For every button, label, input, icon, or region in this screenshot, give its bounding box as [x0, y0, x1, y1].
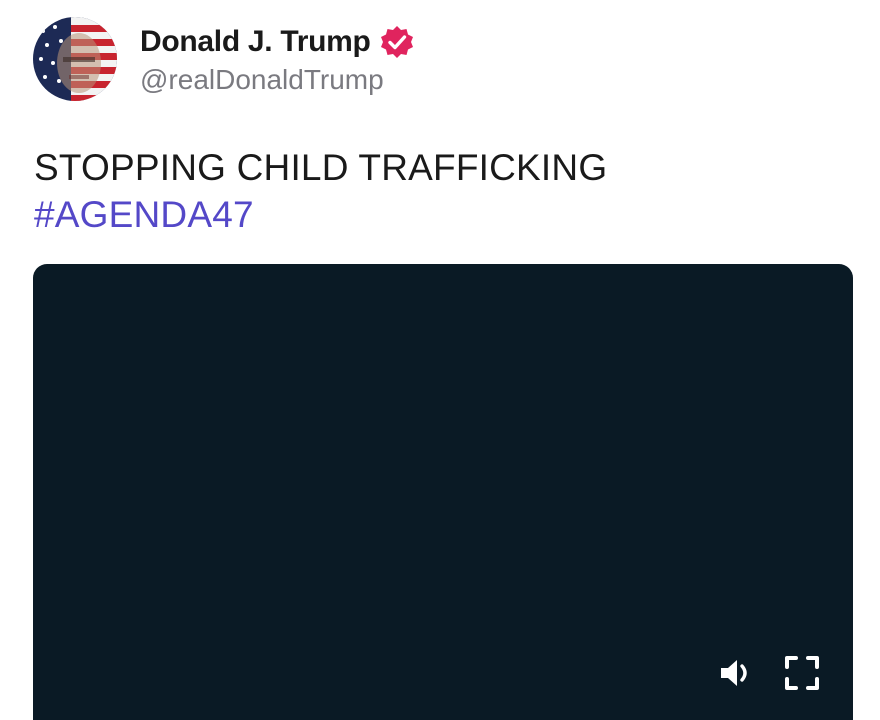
avatar[interactable]: [33, 17, 117, 101]
post-body: STOPPING CHILD TRAFFICKING #AGENDA47: [34, 144, 607, 238]
verified-badge-icon: [379, 24, 415, 60]
volume-button[interactable]: [713, 652, 759, 698]
hashtag-link[interactable]: #AGENDA47: [34, 191, 607, 238]
post-text: STOPPING CHILD TRAFFICKING: [34, 147, 608, 188]
speaker-icon: [717, 654, 755, 697]
post-header: Donald J. Trump @realDonaldTrump: [33, 17, 415, 101]
video-controls: [713, 652, 825, 698]
display-name-row: Donald J. Trump: [140, 22, 415, 62]
fullscreen-button[interactable]: [779, 652, 825, 698]
display-name[interactable]: Donald J. Trump: [140, 25, 371, 59]
video-player[interactable]: [33, 264, 853, 720]
post-card: Donald J. Trump @realDonaldTrump STOPPIN…: [0, 0, 880, 720]
author-names: Donald J. Trump @realDonaldTrump: [140, 22, 415, 96]
author-handle[interactable]: @realDonaldTrump: [140, 64, 415, 96]
fullscreen-icon: [783, 654, 821, 697]
